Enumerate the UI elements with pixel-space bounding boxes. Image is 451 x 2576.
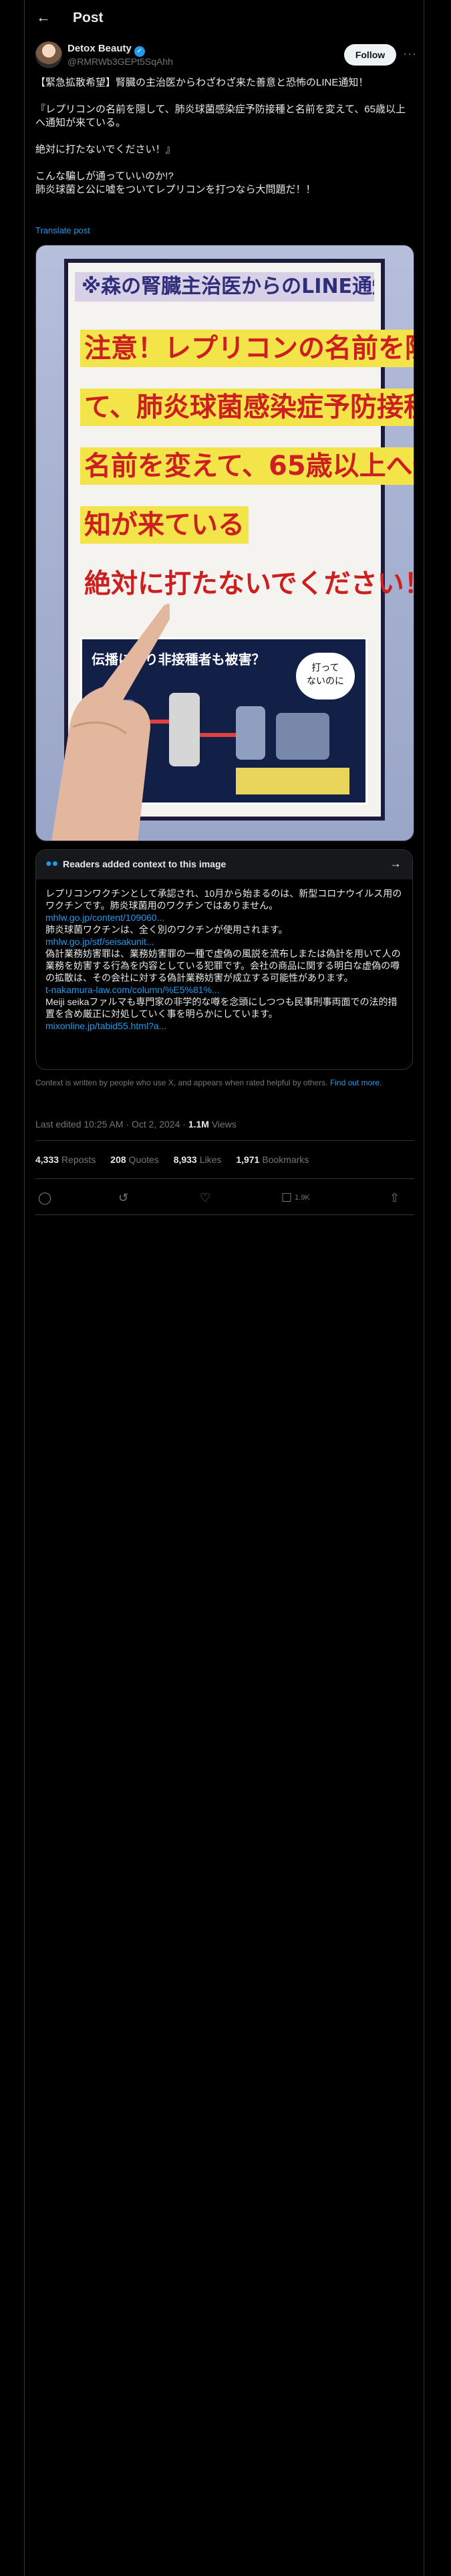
people-icon: ●●: [45, 858, 59, 869]
views-count: 1.1M: [188, 1119, 209, 1130]
bookmark-count: 1.9K: [295, 1194, 310, 1202]
community-note-footer: Context is written by people who use X, …: [35, 1077, 410, 1088]
reply-icon[interactable]: ◯: [38, 1190, 51, 1206]
illustration-figure: [169, 693, 200, 766]
avatar[interactable]: [35, 41, 62, 68]
divider: [35, 1178, 414, 1179]
author-row: Detox Beauty ✓ @RMRWb3GEPt5SqAhh Follow ·…: [25, 41, 424, 71]
edited-timestamp[interactable]: Last edited 10:25 AM · Oct 2, 2024 ·: [35, 1119, 188, 1130]
sheet-line: 名前を変えて、65歳以上へ通: [80, 447, 414, 485]
bookmark-icon[interactable]: ☐: [281, 1191, 292, 1204]
find-out-more-link[interactable]: Find out more.: [330, 1078, 382, 1087]
note-paragraph: Meiji seikaファルマも専門家の非学的な噂を念頭にしつつも民事刑事両面で…: [45, 996, 398, 1019]
views-label: Views: [211, 1119, 237, 1130]
translate-link[interactable]: Translate post: [35, 225, 90, 235]
page-title: Post: [73, 10, 104, 25]
more-icon[interactable]: ···: [403, 47, 417, 61]
divider: [35, 1214, 414, 1215]
community-note-header[interactable]: ●● Readers added context to this image →: [36, 850, 412, 879]
note-link[interactable]: mhlw.go.jp/content/109060...: [45, 911, 403, 924]
bookmark-button[interactable]: ☐ 1.9K: [281, 1190, 310, 1206]
repost-icon[interactable]: ↺: [118, 1190, 128, 1206]
main-column: ← Post Detox Beauty ✓ @RMRWb3GEPt5SqAhh F…: [24, 0, 424, 2576]
post-meta: Last edited 10:25 AM · Oct 2, 2024 · 1.1…: [35, 1119, 237, 1130]
verified-badge-icon: ✓: [134, 46, 145, 57]
sheet-title: ※森の腎臓主治医からのLINE通知: [75, 272, 374, 302]
share-icon[interactable]: ⇧: [390, 1190, 400, 1206]
author-name-text[interactable]: Detox Beauty: [67, 43, 132, 54]
illustration-footer: [236, 768, 349, 794]
note-link[interactable]: mhlw.go.jp/stf/seisakunit...: [45, 936, 403, 948]
arrow-right-icon[interactable]: →: [390, 857, 402, 871]
tweet-image[interactable]: ※森の腎臓主治医からのLINE通知 注意！レプリコンの名前を隠し て、肺炎球菌感…: [35, 245, 414, 841]
note-paragraph: 肺炎球菌ワクチンは、全く別のワクチンが使用されます。: [45, 924, 288, 935]
note-link[interactable]: t-nakamura-law.com/column/%E5%81%...: [45, 984, 403, 996]
note-paragraph: 偽計業務妨害罪は、業務妨害罪の一種で虚偽の風説を流布しまたは偽計を用いて人の業務…: [45, 948, 401, 983]
community-note-title: Readers added context to this image: [63, 859, 227, 869]
illustration-figure: [276, 713, 329, 760]
like-icon[interactable]: ♡: [200, 1190, 210, 1206]
follow-button[interactable]: Follow: [344, 44, 396, 66]
divider: [35, 1140, 414, 1141]
likes-stat[interactable]: 8,933 Likes: [174, 1154, 222, 1165]
back-arrow-icon[interactable]: ←: [35, 9, 51, 25]
author-name[interactable]: Detox Beauty ✓: [67, 43, 145, 57]
sheet-line: 注意！レプリコンの名前を隠し: [80, 330, 414, 367]
reposts-stat[interactable]: 4,333 Reposts: [35, 1154, 96, 1165]
note-link[interactable]: mixonline.jp/tabid55.html?a...: [45, 1020, 403, 1032]
action-bar: ◯ ↺ ♡ ☐ 1.9K ⇧: [25, 1184, 424, 1211]
quotes-stat[interactable]: 208 Quotes: [110, 1154, 159, 1165]
illustration-arrow: [200, 733, 236, 737]
note-paragraph: レプリコンワクチンとして承認され、10月から始まるのは、新型コロナウイルス用のワ…: [45, 888, 402, 911]
bookmarks-stat[interactable]: 1,971 Bookmarks: [236, 1154, 309, 1165]
sheet-line: て、肺炎球菌感染症予防接種と: [80, 389, 414, 426]
pointing-hand: [51, 603, 170, 841]
community-note[interactable]: ●● Readers added context to this image →…: [35, 849, 413, 1070]
speech-bubble: 打って ないのに: [296, 653, 355, 700]
tweet-text: 【緊急拡散希望】腎臓の主治医からわざわざ来た善意と恐怖のLINE通知！ 『レプリ…: [35, 77, 406, 195]
community-note-footer-text: Context is written by people who use X, …: [35, 1078, 328, 1087]
top-bar: ← Post: [25, 0, 424, 35]
engagement-stats: 4,333 Reposts 208 Quotes 8,933 Likes 1,971 B…: [35, 1154, 321, 1165]
illustration-figure: [236, 706, 265, 760]
community-note-body: レプリコンワクチンとして承認され、10月から始まるのは、新型コロナウイルス用のワ…: [45, 887, 403, 1032]
author-handle[interactable]: @RMRWb3GEPt5SqAhh: [67, 56, 173, 67]
